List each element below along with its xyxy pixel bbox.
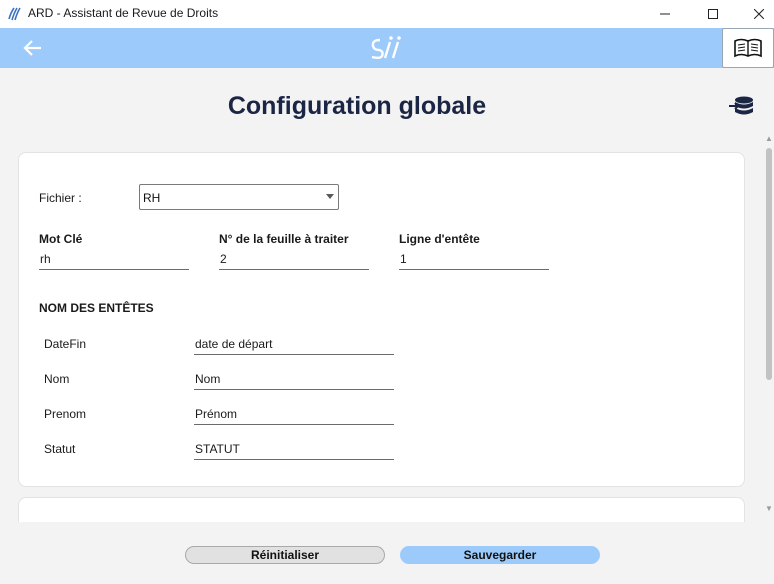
sii-logo (371, 36, 401, 59)
section-title: NOM DES ENTÊTES (39, 301, 154, 315)
mot-cle-input[interactable]: rh (39, 250, 189, 270)
save-button[interactable]: Sauvegarder (400, 546, 600, 564)
fichier-select[interactable]: RH (139, 184, 339, 210)
header-value-nom: Nom (195, 372, 221, 386)
fichier-label: Fichier : (39, 191, 82, 205)
app-header (0, 28, 774, 68)
page-title: Configuration globale (227, 92, 487, 120)
scroll-thumb[interactable] (766, 148, 772, 380)
header-label-datefin: DateFin (44, 337, 87, 351)
header-value-statut: STATUT (195, 442, 240, 456)
mot-cle-label: Mot Clé (39, 232, 83, 246)
arrow-left-icon (23, 40, 41, 56)
app-logo-icon (8, 7, 21, 21)
chevron-down-icon (326, 194, 334, 199)
close-button[interactable] (736, 0, 774, 28)
secondary-card (18, 497, 745, 522)
scroll-up-icon[interactable]: ▲ (764, 134, 774, 144)
maximize-icon (708, 9, 718, 19)
maximize-button[interactable] (690, 0, 736, 28)
reset-button[interactable]: Réinitialiser (185, 546, 385, 564)
database-import-icon[interactable] (728, 94, 756, 120)
minimize-icon (660, 13, 670, 15)
header-input-datefin[interactable]: date de départ (194, 335, 394, 355)
header-input-statut[interactable]: STATUT (194, 440, 394, 460)
header-label-nom: Nom (44, 372, 70, 386)
header-label-statut: Statut (44, 442, 76, 456)
header-value-prenom: Prénom (195, 407, 238, 421)
ligne-entete-label: Ligne d'entête (399, 232, 480, 246)
feuille-value: 2 (220, 252, 227, 266)
vertical-scrollbar[interactable]: ▲ ▼ (764, 132, 774, 522)
header-input-prenom[interactable]: Prénom (194, 405, 394, 425)
book-icon (734, 38, 762, 58)
mot-cle-value: rh (40, 252, 51, 266)
header-label-prenom: Prenom (44, 407, 87, 421)
feuille-label: N° de la feuille à traiter (219, 232, 349, 246)
settings-scroll-area[interactable]: Fichier : RH Mot Clé rh N° de la feuille… (0, 132, 774, 522)
minimize-button[interactable] (642, 0, 688, 28)
documentation-button[interactable] (722, 28, 774, 68)
feuille-input[interactable]: 2 (219, 250, 369, 270)
config-card: Fichier : RH Mot Clé rh N° de la feuille… (18, 152, 745, 487)
back-button[interactable] (22, 37, 44, 59)
ligne-entete-input[interactable]: 1 (399, 250, 549, 270)
header-input-nom[interactable]: Nom (194, 370, 394, 390)
window-title: ARD - Assistant de Revue de Droits (28, 6, 219, 20)
ligne-entete-value: 1 (400, 252, 407, 266)
fichier-select-value: RH (143, 191, 161, 205)
title-bar: ARD - Assistant de Revue de Droits (0, 0, 774, 28)
scroll-down-icon[interactable]: ▼ (764, 504, 774, 514)
close-icon (754, 9, 764, 19)
header-value-datefin: date de départ (195, 337, 273, 351)
